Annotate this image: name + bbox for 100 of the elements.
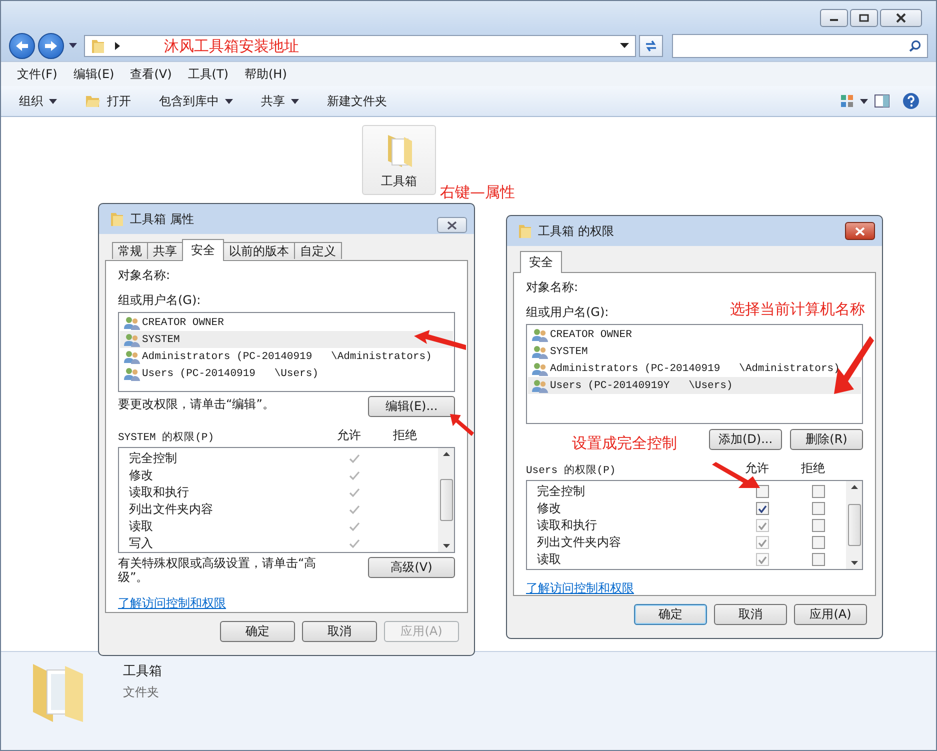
group-item[interactable]: SYSTEM: [528, 343, 861, 360]
permissions-label: SYSTEM 的权限(P): [118, 430, 216, 444]
hint-text: 有关特殊权限或高级设置，请单击“高级”。: [118, 557, 318, 585]
search-field[interactable]: [672, 34, 928, 58]
forward-button[interactable]: [38, 33, 64, 59]
back-button[interactable]: [9, 33, 35, 59]
scroll-down-icon[interactable]: [850, 561, 858, 565]
group-item[interactable]: SYSTEM: [120, 331, 453, 348]
deny-checkbox[interactable]: [812, 502, 824, 515]
scrollbar[interactable]: [438, 448, 454, 552]
folder-item[interactable]: 工具箱: [362, 125, 436, 195]
permission-name: 列出文件夹内容: [129, 501, 214, 518]
grid-view-icon: [840, 94, 854, 108]
close-button[interactable]: [880, 9, 922, 27]
column-header: 允许: [744, 460, 770, 477]
permission-name: 读取和执行: [537, 517, 598, 534]
scroll-up-icon[interactable]: [442, 452, 450, 456]
toolbar-button[interactable]: 新建文件夹: [319, 90, 395, 112]
annotation-text: 沐风工具箱安装地址: [164, 36, 299, 56]
permission-name: 修改: [129, 467, 154, 484]
annotation-text: 右键—属性: [440, 183, 515, 202]
help-link[interactable]: 了解访问控制和权限: [526, 580, 634, 597]
close-icon: [855, 226, 865, 236]
column-header: 拒绝: [800, 460, 826, 477]
tab[interactable]: 常规: [112, 242, 148, 260]
scrollbar-thumb[interactable]: [848, 504, 860, 546]
close-icon: [895, 13, 907, 23]
tab[interactable]: 安全: [182, 239, 224, 261]
object-name-label: 对象名称:: [118, 267, 170, 284]
users-icon: [532, 362, 548, 376]
annotation-text: 选择当前计算机名称: [730, 300, 865, 319]
group-item[interactable]: Administrators (PC-20140919 \Administrators): [528, 360, 861, 377]
scroll-up-icon[interactable]: [850, 485, 858, 489]
folder-icon: [91, 38, 105, 54]
close-button[interactable]: [845, 222, 875, 240]
permission-name: 完全控制: [129, 450, 178, 467]
preview-pane-icon: [874, 94, 890, 108]
dialog-button[interactable]: 确定: [634, 604, 707, 625]
menu-item[interactable]: 文件(F): [9, 66, 66, 82]
dropdown-caret-icon[interactable]: [620, 43, 629, 49]
users-icon: [124, 350, 140, 364]
users-icon: [532, 328, 548, 342]
dialog-button[interactable]: 取消: [302, 621, 377, 642]
dialog-button[interactable]: 应用(A): [794, 604, 867, 625]
dialog-button[interactable]: 确定: [220, 621, 295, 642]
maximize-button[interactable]: [850, 9, 878, 27]
search-icon: [909, 40, 921, 52]
menu-item[interactable]: 查看(V): [122, 66, 180, 82]
users-icon: [124, 332, 140, 346]
dialog-button[interactable]: 取消: [714, 604, 787, 625]
dropdown-caret-icon[interactable]: [69, 43, 77, 49]
groups-label: 组或用户名(G):: [526, 304, 609, 321]
scrollbar[interactable]: [846, 481, 862, 569]
tab[interactable]: 共享: [147, 242, 183, 260]
allow-checkbox[interactable]: [756, 485, 768, 498]
breadcrumb-arrow-icon: [115, 42, 120, 50]
refresh-button[interactable]: [639, 35, 663, 57]
toolbar-button[interactable]: 打开: [77, 90, 139, 112]
users-icon: [532, 344, 548, 358]
permission-name: 完全控制: [537, 483, 586, 500]
item-name: 工具箱: [123, 663, 162, 680]
toolbar-button[interactable]: 共享: [253, 90, 307, 112]
permissions-label: Users 的权限(P): [526, 464, 617, 477]
remove-button[interactable]: 删除(R): [790, 429, 863, 450]
deny-checkbox[interactable]: [812, 485, 824, 498]
add-button[interactable]: 添加(D)...: [709, 429, 782, 450]
arrow-annotation: [414, 330, 466, 350]
permission-name: 读取: [537, 551, 562, 568]
help-icon: [902, 92, 920, 110]
toolbar-button[interactable]: 组织: [11, 90, 65, 112]
users-icon: [124, 316, 140, 330]
caret-icon: [49, 98, 57, 104]
scroll-down-icon[interactable]: [442, 544, 450, 548]
advanced-button[interactable]: 高级(V): [368, 557, 455, 578]
menu-item[interactable]: 工具(T): [180, 66, 236, 82]
group-item[interactable]: Users (PC-20140919 \Users): [120, 365, 453, 382]
address-field[interactable]: 沐风工具箱安装地址: [84, 35, 636, 57]
allow-checkbox[interactable]: [756, 502, 768, 515]
item-type: 文件夹: [123, 684, 160, 701]
group-item[interactable]: CREATOR OWNER: [528, 326, 861, 343]
menu-item[interactable]: 编辑(E): [65, 66, 122, 82]
caret-icon[interactable]: [860, 98, 868, 104]
arrow-annotation: [450, 414, 474, 436]
minimize-button[interactable]: [820, 9, 848, 27]
edit-button[interactable]: 编辑(E)...: [368, 396, 455, 417]
folder-icon: [85, 94, 101, 108]
group-item[interactable]: Users (PC-20140919Y \Users): [528, 377, 861, 394]
tab[interactable]: 安全: [520, 251, 562, 273]
group-item[interactable]: Administrators (PC-20140919 \Administrators): [120, 348, 453, 365]
toolbar-button[interactable]: 包含到库中: [151, 90, 241, 112]
close-button[interactable]: [437, 217, 467, 233]
permission-name: 读取: [129, 518, 154, 535]
folder-icon: [518, 223, 532, 239]
group-item[interactable]: CREATOR OWNER: [120, 314, 453, 331]
tab[interactable]: 以前的版本: [223, 242, 295, 260]
tab[interactable]: 自定义: [294, 242, 342, 260]
scrollbar-thumb[interactable]: [440, 479, 452, 521]
column-header: 允许: [336, 427, 362, 444]
menu-item[interactable]: 帮助(H): [236, 66, 295, 82]
help-link[interactable]: 了解访问控制和权限: [118, 594, 226, 612]
